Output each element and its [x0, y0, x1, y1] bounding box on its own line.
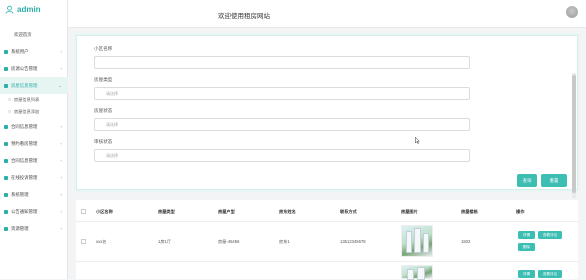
chevron-down-icon: ⌄ [58, 83, 62, 88]
menu-icon [4, 83, 8, 88]
sidebar-subitem-house-add[interactable]: ○ 房屋信息添加 [0, 106, 68, 118]
circle-icon: ○ [8, 97, 12, 103]
column-header: 小区名称 [96, 209, 113, 214]
table-row: xxx名 1房1厅 房屋-45456 房东1 13512345678 1502 … [76, 222, 578, 262]
sidebar-item-label: 房屋信息管理 [11, 82, 38, 88]
house-type-select[interactable]: 请选择 [94, 87, 470, 100]
column-header: 房东姓名 [279, 209, 296, 214]
table-row: 详情 查看评论 [76, 262, 578, 280]
sidebar-item-system-users[interactable]: 系统用户 ‹ [0, 43, 68, 60]
scrollbar-thumb[interactable] [572, 75, 576, 193]
circle-icon: ○ [8, 109, 12, 115]
cell-building: 1502 [461, 239, 471, 244]
search-panel: 小区名称 房屋类型 请选择 房屋状态 请选择 审核状态 请选择 查询 重置 [76, 35, 578, 198]
menu-icon [4, 124, 8, 129]
column-header: 联系方式 [340, 209, 357, 214]
chevron-left-icon: ‹ [60, 158, 63, 163]
table-header: 小区名称 房屋类型 房屋户型 房东姓名 联系方式 房屋图片 房屋楼栋 操作 [76, 200, 578, 222]
sidebar-item-label: 房源公告管理 [11, 65, 38, 71]
sidebar-item-label: 在线投诉管理 [11, 174, 38, 180]
menu-icon [4, 141, 8, 146]
sidebar-subitem-label: 房屋信息列表 [14, 97, 40, 102]
field-label-review-status: 审核状态 [94, 139, 113, 144]
sidebar-item-label: 合同信息管理 [11, 123, 38, 129]
top-bar: 欢迎使用租房网站 [68, 0, 586, 28]
sidebar-item-contracts-2[interactable]: 合同信息管理 ‹ [0, 152, 68, 169]
brand: admin [0, 0, 67, 18]
menu-icon [4, 175, 8, 180]
delete-button[interactable]: 删除 [518, 243, 535, 251]
house-status-select[interactable]: 请选择 [94, 118, 470, 131]
scrollbar[interactable] [572, 73, 576, 198]
avatar[interactable] [566, 6, 578, 18]
column-header: 房屋楼栋 [461, 209, 478, 214]
menu-icon [4, 209, 8, 214]
reset-button[interactable]: 重置 [541, 174, 567, 187]
sidebar-item-label: 资源管理 [11, 225, 29, 231]
field-label-house-status: 房屋状态 [94, 108, 113, 113]
menu-icon [4, 49, 8, 54]
select-all-checkbox[interactable] [81, 209, 86, 214]
sidebar-subitem-house-list[interactable]: ○ 房屋信息列表 [0, 94, 68, 106]
sidebar-item-complaints[interactable]: 在线投诉管理 ‹ [0, 169, 68, 186]
sidebar-item-label: 系统用户 [11, 48, 29, 54]
sidebar-item-label: 公告通知管理 [11, 208, 38, 214]
brand-name: admin [17, 4, 41, 14]
page-title: 欢迎使用租房网站 [218, 13, 270, 20]
menu-icon [4, 158, 8, 163]
chevron-left-icon: ‹ [60, 175, 63, 180]
sidebar-item-label: 系统管理 [11, 191, 29, 197]
column-header: 房屋图片 [401, 209, 418, 214]
sidebar-item-house-info[interactable]: 房屋信息管理 ⌄ [0, 77, 68, 94]
view-comments-button[interactable]: 查看评论 [538, 231, 562, 239]
field-label-house-type: 房屋类型 [94, 77, 113, 82]
cell-house-layout: 房屋-45456 [218, 239, 240, 244]
chevron-left-icon: ‹ [60, 226, 63, 231]
sidebar-item-resources[interactable]: 资源管理 ‹ [0, 220, 68, 237]
data-table: 小区名称 房屋类型 房屋户型 房东姓名 联系方式 房屋图片 房屋楼栋 操作 xx… [76, 200, 578, 280]
sidebar-item-home[interactable]: 欢迎首页 [0, 26, 68, 43]
sidebar-item-system[interactable]: 系统管理 ‹ [0, 186, 68, 203]
sidebar-subitem-label: 房屋信息添加 [14, 109, 40, 114]
detail-button[interactable]: 详情 [518, 231, 535, 239]
column-header: 操作 [516, 209, 525, 214]
chevron-left-icon: ‹ [60, 141, 63, 146]
sidebar: admin 欢迎首页 系统用户 ‹ 房源公告管理 ‹ 房屋信息管理 ⌄ ○ 房屋信息列表… [0, 0, 68, 279]
sidebar-item-label: 预约看房管理 [11, 140, 38, 146]
cell-owner-name: 房东1 [279, 239, 290, 244]
cell-phone: 13512345678 [340, 239, 366, 244]
field-label-community: 小区名称 [94, 46, 113, 51]
house-photo[interactable] [401, 265, 433, 280]
chevron-left-icon: ‹ [60, 66, 63, 71]
chevron-left-icon: ‹ [60, 124, 63, 129]
review-status-select[interactable]: 请选择 [94, 149, 470, 162]
menu-icon [4, 226, 8, 231]
cell-house-type: 1房1厅 [158, 239, 172, 244]
mouse-cursor-icon [415, 137, 420, 144]
view-comments-button[interactable]: 查看评论 [538, 270, 562, 278]
sidebar-item-announcements[interactable]: 公告通知管理 ‹ [0, 203, 68, 220]
sidebar-item-viewing[interactable]: 预约看房管理 ‹ [0, 135, 68, 152]
row-checkbox[interactable] [81, 239, 86, 244]
menu-icon [4, 66, 8, 71]
sidebar-item-contracts[interactable]: 合同信息管理 ‹ [0, 118, 68, 135]
chevron-left-icon: ‹ [60, 209, 63, 214]
user-outline-icon [5, 5, 14, 14]
house-photo[interactable] [401, 225, 433, 257]
menu-icon [4, 192, 8, 197]
column-header: 房屋类型 [158, 209, 175, 214]
detail-button[interactable]: 详情 [518, 270, 535, 278]
column-header: 房屋户型 [218, 209, 235, 214]
query-button[interactable]: 查询 [517, 174, 537, 187]
sidebar-item-notices[interactable]: 房源公告管理 ‹ [0, 60, 68, 77]
cell-community-name: xxx名 [96, 239, 107, 244]
community-name-input[interactable] [94, 56, 470, 69]
chevron-left-icon: ‹ [60, 49, 63, 54]
sidebar-nav: 欢迎首页 系统用户 ‹ 房源公告管理 ‹ 房屋信息管理 ⌄ ○ 房屋信息列表 ○ 房屋信息… [0, 26, 68, 237]
sidebar-item-label: 合同信息管理 [11, 157, 38, 163]
chevron-left-icon: ‹ [60, 192, 63, 197]
